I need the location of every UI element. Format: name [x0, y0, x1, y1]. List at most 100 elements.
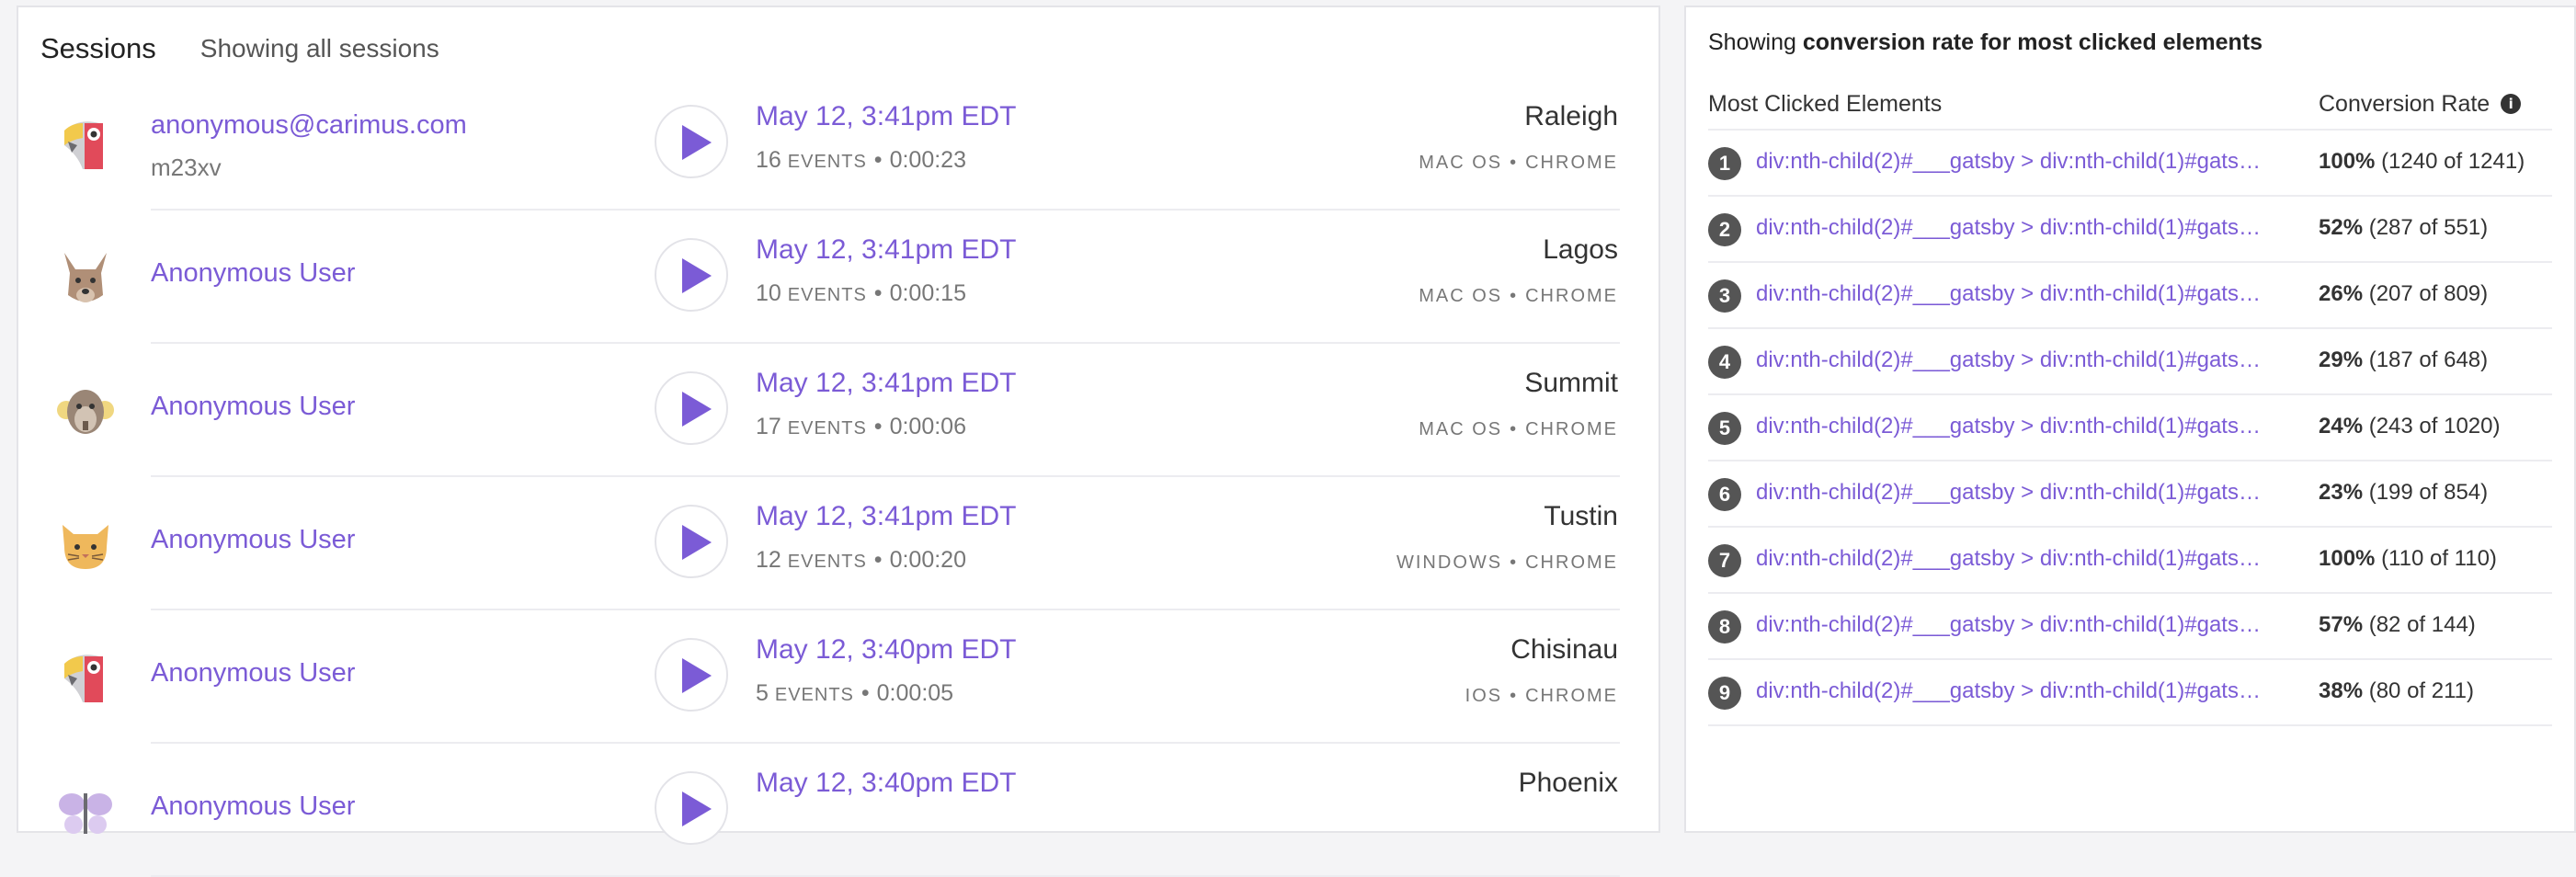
session-date-link[interactable]: May 12, 3:40pm EDT: [756, 768, 1016, 799]
play-icon: [682, 792, 712, 826]
column-most-clicked-elements: Most Clicked Elements: [1708, 90, 1943, 117]
play-session-button[interactable]: [655, 505, 728, 578]
separator-dot: •: [873, 547, 883, 573]
element-selector-link[interactable]: div:nth-child(2)#___gatsby > div:nth-chi…: [1756, 414, 2271, 439]
separator-dot: •: [1510, 686, 1519, 706]
user-name-link[interactable]: Anonymous User: [151, 792, 355, 822]
element-selector-link[interactable]: div:nth-child(2)#___gatsby > div:nth-chi…: [1756, 678, 2271, 704]
separator-dot: •: [1510, 419, 1519, 439]
conversion-percent: 23%: [2319, 480, 2364, 505]
monkey-avatar-icon: [51, 377, 120, 445]
conversion-percent: 100%: [2319, 149, 2376, 174]
column-conversion-rate-label: Conversion Rate: [2319, 90, 2491, 117]
session-list: anonymous@carimus.com m23xv May 12, 3:41…: [18, 77, 1658, 877]
os-name: WINDOWS: [1396, 552, 1503, 573]
separator-dot: •: [861, 680, 870, 706]
conversion-percent: 100%: [2319, 546, 2376, 571]
session-duration: 0:00:15: [889, 280, 966, 306]
element-selector-link[interactable]: div:nth-child(2)#___gatsby > div:nth-chi…: [1756, 612, 2271, 638]
play-session-button[interactable]: [655, 771, 728, 845]
session-location: Chisinau IOS • CHROME: [1465, 634, 1618, 707]
browser-name: CHROME: [1525, 552, 1618, 573]
session-row[interactable]: Anonymous User May 12, 3:41pm EDT 12 EVE…: [18, 477, 1658, 610]
event-count: 10: [756, 280, 781, 306]
play-session-button[interactable]: [655, 105, 728, 178]
conversion-rate: 24% (243 of 1020): [2319, 414, 2501, 439]
user-name-link[interactable]: Anonymous User: [151, 525, 355, 555]
session-date-link[interactable]: May 12, 3:40pm EDT: [756, 634, 1016, 666]
user-info: Anonymous User: [151, 525, 355, 555]
session-meta: 5 EVENTS • 0:00:05: [756, 680, 1016, 707]
clicked-element-row: 1 div:nth-child(2)#___gatsby > div:nth-c…: [1708, 129, 2552, 195]
session-date-link[interactable]: May 12, 3:41pm EDT: [756, 234, 1016, 266]
conversion-detail: (287 of 551): [2368, 215, 2489, 240]
play-icon: [682, 525, 712, 560]
clicked-element-row: 7 div:nth-child(2)#___gatsby > div:nth-c…: [1708, 526, 2552, 592]
rank-badge: 3: [1708, 279, 1741, 313]
element-selector-link[interactable]: div:nth-child(2)#___gatsby > div:nth-chi…: [1756, 480, 2271, 506]
session-date-link[interactable]: May 12, 3:41pm EDT: [756, 501, 1016, 532]
event-count: 16: [756, 147, 781, 173]
events-label: EVENTS: [787, 552, 867, 572]
session-row[interactable]: Anonymous User May 12, 3:41pm EDT 17 EVE…: [18, 344, 1658, 477]
play-icon: [682, 258, 712, 293]
session-date-link[interactable]: May 12, 3:41pm EDT: [756, 368, 1016, 399]
session-location: Phoenix: [1519, 768, 1618, 799]
user-id: m23xv: [151, 154, 222, 181]
clicked-element-row: 8 div:nth-child(2)#___gatsby > div:nth-c…: [1708, 592, 2552, 658]
clicked-element-row: 4 div:nth-child(2)#___gatsby > div:nth-c…: [1708, 327, 2552, 393]
clicked-element-row: 3 div:nth-child(2)#___gatsby > div:nth-c…: [1708, 261, 2552, 327]
session-time: May 12, 3:41pm EDT 16 EVENTS • 0:00:23: [756, 101, 1016, 174]
conversion-columns: Most Clicked Elements Conversion Rate i: [1708, 81, 2552, 127]
browser-name: CHROME: [1525, 419, 1618, 439]
conversion-rate: 38% (80 of 211): [2319, 678, 2474, 704]
element-selector-link[interactable]: div:nth-child(2)#___gatsby > div:nth-chi…: [1756, 149, 2271, 175]
user-name-link[interactable]: Anonymous User: [151, 258, 355, 289]
butterfly-avatar-icon: [51, 777, 120, 845]
user-name-link[interactable]: Anonymous User: [151, 658, 355, 689]
play-session-button[interactable]: [655, 638, 728, 712]
conversion-heading: Showing conversion rate for most clicked…: [1708, 29, 2263, 56]
device-info: MAC OS • CHROME: [1419, 153, 1618, 174]
element-selector-link[interactable]: div:nth-child(2)#___gatsby > div:nth-chi…: [1756, 546, 2271, 572]
conversion-rate: 100% (1240 of 1241): [2319, 149, 2525, 175]
device-info: MAC OS • CHROME: [1419, 286, 1618, 307]
conversion-percent: 26%: [2319, 281, 2364, 306]
conversion-rate: 29% (187 of 648): [2319, 347, 2488, 373]
session-row[interactable]: Anonymous User May 12, 3:41pm EDT 10 EVE…: [18, 211, 1658, 344]
session-row[interactable]: Anonymous User May 12, 3:40pm EDT 5 EVEN…: [18, 610, 1658, 744]
user-info: Anonymous User: [151, 258, 355, 289]
conversion-detail: (1240 of 1241): [2381, 149, 2525, 174]
play-session-button[interactable]: [655, 238, 728, 312]
cat-avatar-icon: [51, 510, 120, 578]
session-duration: 0:00:23: [889, 147, 966, 173]
city-name: Chisinau: [1510, 634, 1618, 665]
separator-dot: •: [1510, 552, 1519, 573]
play-icon: [682, 125, 712, 160]
session-duration: 0:00:06: [889, 414, 966, 439]
browser-name: CHROME: [1525, 153, 1618, 173]
element-selector-link[interactable]: div:nth-child(2)#___gatsby > div:nth-chi…: [1756, 215, 2271, 241]
event-count: 12: [756, 547, 781, 573]
session-row[interactable]: Anonymous User May 12, 3:40pm EDT Phoeni…: [18, 744, 1658, 877]
conversion-detail: (243 of 1020): [2368, 414, 2501, 438]
user-name-link[interactable]: Anonymous User: [151, 392, 355, 422]
info-icon[interactable]: i: [2501, 94, 2522, 114]
rank-badge: 1: [1708, 147, 1741, 180]
session-location: Summit MAC OS • CHROME: [1419, 368, 1618, 440]
device-info: IOS • CHROME: [1465, 686, 1618, 707]
conversion-detail: (207 of 809): [2368, 281, 2489, 306]
element-selector-link[interactable]: div:nth-child(2)#___gatsby > div:nth-chi…: [1756, 281, 2271, 307]
session-row[interactable]: anonymous@carimus.com m23xv May 12, 3:41…: [18, 77, 1658, 211]
rank-badge: 9: [1708, 677, 1741, 710]
clicked-element-row: 5 div:nth-child(2)#___gatsby > div:nth-c…: [1708, 393, 2552, 460]
user-info: Anonymous User: [151, 392, 355, 422]
session-date-link[interactable]: May 12, 3:41pm EDT: [756, 101, 1016, 132]
session-duration: 0:00:05: [876, 680, 954, 706]
browser-name: CHROME: [1525, 286, 1618, 306]
conversion-percent: 52%: [2319, 215, 2364, 240]
user-name-link[interactable]: anonymous@carimus.com: [151, 110, 467, 141]
play-session-button[interactable]: [655, 371, 728, 445]
element-selector-link[interactable]: div:nth-child(2)#___gatsby > div:nth-chi…: [1756, 347, 2271, 373]
conversion-percent: 29%: [2319, 347, 2364, 372]
